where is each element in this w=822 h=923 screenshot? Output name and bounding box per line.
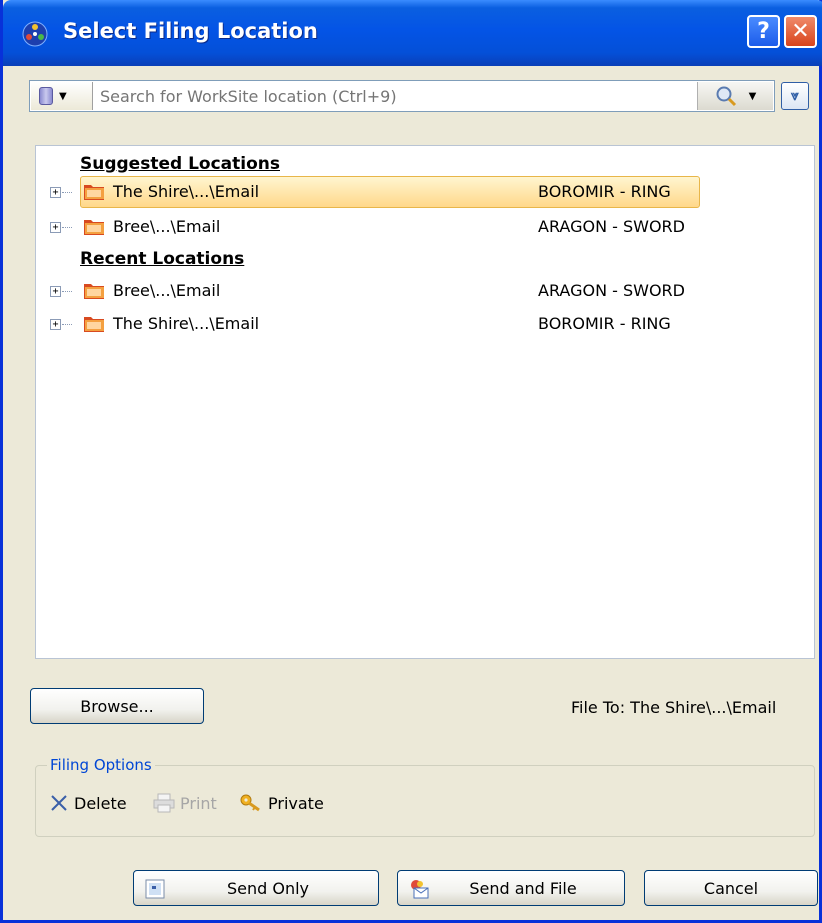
cancel-button[interactable]: Cancel [644, 870, 818, 906]
browse-button[interactable]: Browse... [30, 688, 204, 724]
title-bar: Select Filing Location ? ✕ [3, 0, 822, 66]
dialog-window: Select Filing Location ? ✕ ▼ ▼ ⩔ Suggest… [0, 0, 822, 923]
folder-icon [84, 185, 104, 200]
tree-connector [62, 192, 72, 193]
location-search-bar: ▼ ▼ [29, 80, 775, 112]
print-label: Print [180, 793, 217, 813]
delete-x-icon [51, 795, 67, 811]
expand-search-button[interactable]: ⩔ [781, 82, 809, 110]
tree-row-suggested-1[interactable]: + The Shire\...\Email BOROMIR - RING [36, 176, 814, 208]
help-button[interactable]: ? [747, 15, 780, 48]
printer-icon [153, 793, 175, 813]
folder-icon [84, 220, 104, 235]
tree-row-recent-1[interactable]: + Bree\...\Email ARAGON - SWORD [36, 275, 814, 307]
expand-plus-icon[interactable]: + [50, 286, 61, 297]
expand-plus-icon[interactable]: + [50, 319, 61, 330]
folder-icon [84, 317, 104, 332]
suggested-locations-header: Suggested Locations [80, 154, 280, 174]
location-name: Bree\...\Email [113, 217, 221, 236]
folder-icon [84, 284, 104, 299]
chevron-down-icon: ▼ [748, 90, 757, 102]
search-scope-dropdown[interactable]: ▼ [31, 82, 93, 110]
tree-connector [62, 227, 72, 228]
key-icon [240, 794, 260, 812]
worksite-logo-icon [22, 21, 48, 47]
expand-plus-icon[interactable]: + [50, 187, 61, 198]
file-to-label: File To: The Shire\...\Email [571, 698, 777, 717]
dialog-title: Select Filing Location [63, 19, 318, 43]
location-owner: BOROMIR - RING [538, 314, 671, 333]
delete-label: Delete [74, 793, 127, 813]
location-owner: ARAGON - SWORD [538, 217, 685, 236]
location-name: The Shire\...\Email [113, 182, 260, 201]
send-only-label: Send Only [226, 878, 310, 898]
database-icon [39, 87, 53, 105]
close-button[interactable]: ✕ [784, 15, 817, 48]
location-name: The Shire\...\Email [113, 314, 260, 333]
send-and-file-icon [411, 880, 429, 899]
search-input[interactable] [98, 81, 698, 111]
print-option[interactable]: Print [153, 793, 217, 813]
expand-plus-icon[interactable]: + [50, 222, 61, 233]
locations-tree[interactable]: Suggested Locations + The Shire\...\Emai… [35, 145, 815, 659]
tree-row-recent-2[interactable]: + The Shire\...\Email BOROMIR - RING [36, 308, 814, 340]
chevron-down-icon: ▼ [59, 90, 67, 102]
filing-options-group [35, 765, 815, 837]
send-and-file-button[interactable]: Send and File [397, 870, 625, 906]
send-and-file-label: Send and File [469, 878, 577, 898]
location-name: Bree\...\Email [113, 281, 221, 300]
send-only-button[interactable]: Send Only [133, 870, 379, 906]
tree-connector [62, 291, 72, 292]
location-owner: ARAGON - SWORD [538, 281, 685, 300]
private-option[interactable]: Private [239, 793, 324, 813]
tree-row-suggested-2[interactable]: + Bree\...\Email ARAGON - SWORD [36, 211, 814, 243]
private-label: Private [268, 793, 324, 813]
location-owner: BOROMIR - RING [538, 182, 671, 201]
delete-option[interactable]: Delete [49, 793, 127, 813]
send-icon [145, 879, 165, 899]
filing-options-legend: Filing Options [47, 756, 155, 774]
tree-connector [62, 324, 72, 325]
magnifier-icon [716, 86, 736, 107]
search-button[interactable]: ▼ [697, 82, 773, 110]
recent-locations-header: Recent Locations [80, 249, 245, 269]
double-chevron-down-icon: ⩔ [791, 88, 799, 104]
